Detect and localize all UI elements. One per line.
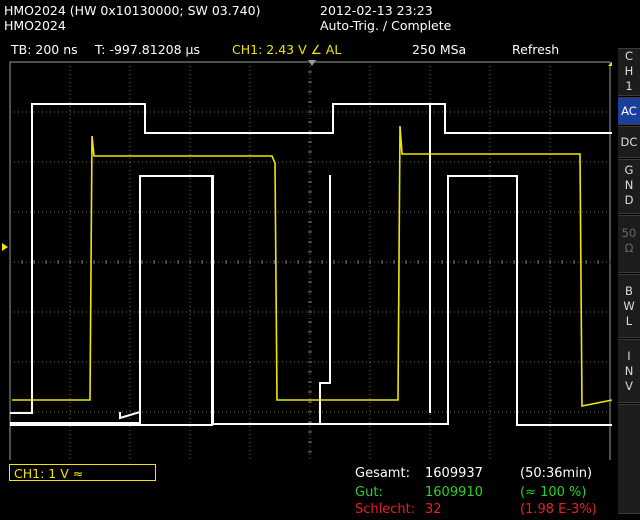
channel-scale-box[interactable]: CH1: 1 V ≈ — [9, 464, 156, 481]
side-empty — [618, 404, 640, 514]
stat-total-label: Gesamt: — [355, 466, 410, 481]
side-coupling-dc[interactable]: DC — [618, 126, 640, 158]
side-label: AC — [621, 104, 637, 118]
side-channel-ch1[interactable]: C H 1 — [618, 48, 640, 96]
side-coupling-gnd[interactable]: G N D — [618, 159, 640, 214]
stat-total-duration: (50:36min) — [520, 466, 593, 481]
trigger-time[interactable]: T: -997.81208 µs — [95, 42, 200, 57]
side-coupling-ac[interactable]: AC — [618, 97, 640, 125]
side-label: H — [624, 64, 634, 78]
datetime: 2012-02-13 23:23 — [320, 3, 433, 18]
device-model: HMO2024 — [4, 18, 66, 33]
stat-good-label: Gut: — [355, 485, 383, 500]
side-label: N — [624, 178, 634, 192]
stat-bad-label: Schlecht: — [355, 502, 416, 517]
trigger-state: Auto-Trig. / Complete — [320, 18, 452, 33]
stat-bad-value: 32 — [425, 502, 442, 517]
side-label: 50 — [621, 226, 637, 240]
side-label: I — [627, 349, 631, 363]
side-label: N — [624, 364, 634, 378]
side-bandwidth-limit[interactable]: B W L — [618, 274, 640, 338]
stat-good-percent: (≈ 100 %) — [520, 485, 587, 500]
device-info: HMO2024 (HW 0x10130000; SW 03.740) — [4, 3, 261, 18]
sample-rate: 250 MSa — [412, 42, 467, 57]
side-label: B — [625, 284, 633, 298]
side-label: C — [624, 49, 634, 63]
ch1-ground-marker — [2, 243, 8, 251]
side-impedance-50ohm[interactable]: 50 Ω — [618, 215, 640, 273]
side-label: D — [624, 193, 634, 207]
acquisition-mode[interactable]: Refresh — [512, 42, 559, 57]
side-label: G — [624, 163, 634, 177]
side-label: DC — [620, 135, 638, 149]
side-label: V — [625, 379, 633, 393]
stat-total-value: 1609937 — [425, 466, 483, 481]
side-label: Ω — [624, 241, 634, 255]
stat-bad-percent: (1.98 E-3%) — [520, 502, 597, 517]
timebase[interactable]: TB: 200 ns — [11, 42, 78, 57]
side-invert[interactable]: I N V — [618, 339, 640, 403]
trigger-channel[interactable]: CH1: 2.43 V ∠ AL — [232, 42, 341, 57]
side-label: W — [623, 299, 635, 313]
side-label: 1 — [625, 79, 633, 93]
stat-good-value: 1609910 — [425, 485, 483, 500]
scope-display[interactable] — [0, 0, 616, 460]
side-label: L — [625, 314, 633, 328]
